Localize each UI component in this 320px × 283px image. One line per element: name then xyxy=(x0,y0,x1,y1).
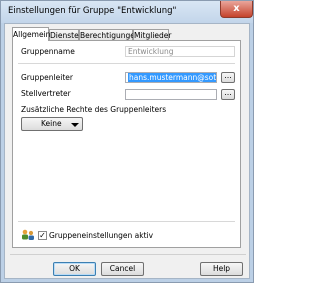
ok-button[interactable]: OK xyxy=(53,262,96,276)
dialog-window: Einstellungen für Gruppe "Entwicklung" x… xyxy=(0,0,254,283)
window-title: Einstellungen für Gruppe "Entwicklung" xyxy=(8,6,177,16)
tab-panel-allgemein: Gruppenname Entwicklung Gruppenleiter ha… xyxy=(12,40,241,248)
leader-browse-button[interactable]: ... xyxy=(221,72,235,83)
tab-label: Mitglieder xyxy=(134,31,172,40)
leader-value: hans.mustermann@sotse.de xyxy=(128,73,216,82)
chevron-down-icon xyxy=(71,123,79,127)
leader-label: Gruppenleiter xyxy=(21,73,73,82)
tab-label: Berechtigungen xyxy=(80,31,140,40)
extra-rights-value: Keine xyxy=(41,119,62,128)
tab-berechtigungen[interactable]: Berechtigungen xyxy=(79,29,140,40)
cancel-button[interactable]: Cancel xyxy=(101,262,144,276)
active-label: Gruppeneinstellungen aktiv xyxy=(49,231,154,240)
deputy-browse-button[interactable]: ... xyxy=(221,89,235,100)
leader-field[interactable]: hans.mustermann@sotse.de xyxy=(125,72,217,83)
checkmark-icon: ✓ xyxy=(39,231,46,240)
close-icon: x xyxy=(233,3,240,14)
group-settings-icon xyxy=(22,229,34,240)
help-button[interactable]: Help xyxy=(200,262,243,276)
group-name-field: Entwicklung xyxy=(125,46,235,57)
title-bar[interactable]: Einstellungen für Gruppe "Entwicklung" x xyxy=(1,1,253,23)
tab-dienste[interactable]: Dienste xyxy=(49,29,79,40)
deputy-field[interactable] xyxy=(125,89,217,100)
extra-rights-label: Zusätzliche Rechte des Gruppenleiters xyxy=(21,105,167,114)
tab-mitglieder[interactable]: Mitglieder xyxy=(133,29,172,40)
deputy-label: Stellvertreter xyxy=(21,89,71,98)
tab-label: Allgemein xyxy=(13,30,51,39)
divider xyxy=(18,221,235,222)
group-name-label: Gruppenname xyxy=(21,47,75,56)
close-button[interactable]: x xyxy=(220,1,253,18)
dialog-client: Allgemein Dienste Berechtigungen Mitglie… xyxy=(4,23,250,279)
tab-allgemein[interactable]: Allgemein xyxy=(12,27,51,41)
tab-label: Dienste xyxy=(50,31,79,40)
divider xyxy=(18,63,235,64)
group-name-value: Entwicklung xyxy=(128,47,174,56)
active-checkbox[interactable]: ✓ xyxy=(38,231,47,240)
divider xyxy=(10,254,246,255)
extra-rights-dropdown[interactable]: Keine xyxy=(21,117,83,131)
